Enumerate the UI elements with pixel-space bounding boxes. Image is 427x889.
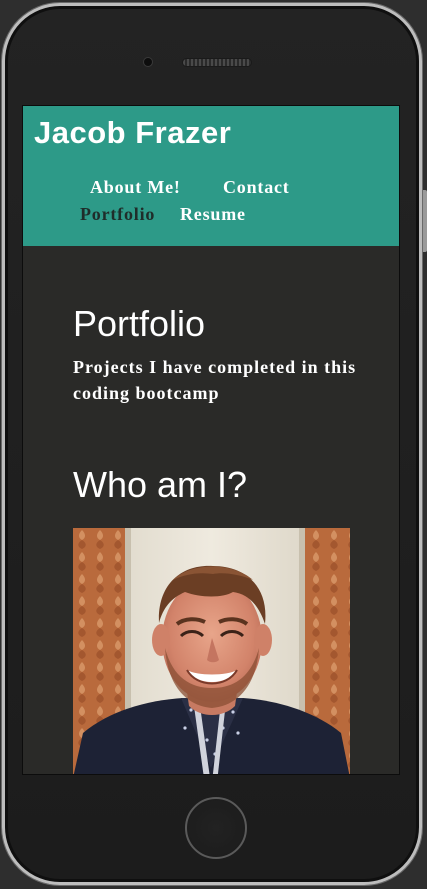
profile-photo xyxy=(73,528,350,774)
nav-link-resume[interactable]: Resume xyxy=(180,204,246,225)
nav-link-contact[interactable]: Contact xyxy=(223,177,290,198)
phone-screen: Jacob Frazer About Me! Contact Portfolio… xyxy=(22,105,400,775)
camera-icon xyxy=(144,58,152,66)
nav-link-portfolio[interactable]: Portfolio xyxy=(80,204,155,225)
home-button-icon[interactable] xyxy=(185,797,247,859)
about-heading: Who am I? xyxy=(73,464,248,505)
portfolio-heading: Portfolio xyxy=(73,303,206,344)
side-button xyxy=(423,190,427,252)
speaker-grille-icon xyxy=(183,59,251,66)
nav-link-about[interactable]: About Me! xyxy=(90,177,181,198)
site-header: Jacob Frazer About Me! Contact Portfolio… xyxy=(23,106,399,246)
portfolio-description: Projects I have completed in this coding… xyxy=(73,357,357,403)
site-title: Jacob Frazer xyxy=(34,115,232,150)
